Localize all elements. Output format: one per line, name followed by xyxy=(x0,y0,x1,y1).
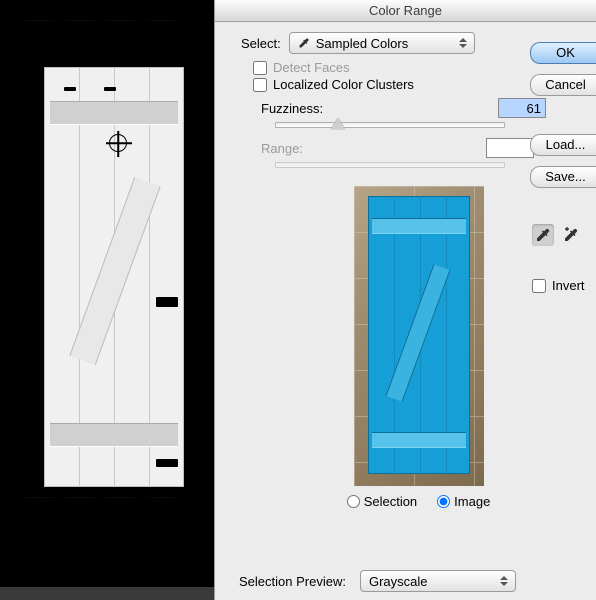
selection-preview-value: Grayscale xyxy=(369,574,428,589)
range-input xyxy=(486,138,534,158)
canvas-bottom-strip xyxy=(0,587,214,600)
cancel-button[interactable]: Cancel xyxy=(530,74,596,96)
dialog-title: Color Range xyxy=(215,0,596,22)
sample-point-crosshair-icon xyxy=(109,134,127,152)
eyedropper-icon xyxy=(535,227,551,243)
range-slider xyxy=(275,162,505,168)
range-label: Range: xyxy=(261,141,303,156)
marching-ants-selection xyxy=(15,20,185,498)
eyedropper-icon xyxy=(298,37,310,49)
select-label: Select: xyxy=(241,36,281,51)
load-button[interactable]: Load... xyxy=(530,134,596,156)
fuzziness-slider[interactable] xyxy=(275,122,505,128)
preview-mode-radios: Selection Image xyxy=(241,494,596,509)
document-canvas[interactable] xyxy=(0,0,214,600)
localized-clusters-label: Localized Color Clusters xyxy=(273,77,414,92)
selection-preview-label: Selection Preview: xyxy=(239,574,346,589)
eyedropper-tool[interactable] xyxy=(532,224,554,246)
updown-arrows-icon xyxy=(456,35,470,51)
radio-selection-label: Selection xyxy=(364,494,417,509)
radio-image-input[interactable] xyxy=(437,495,450,508)
dialog-actions: OK Cancel Load... Save... Invert xyxy=(530,42,596,293)
preview-shutter xyxy=(368,196,470,474)
invert-label: Invert xyxy=(552,278,585,293)
select-mode-value: Sampled Colors xyxy=(316,36,409,51)
selection-preview-popup[interactable]: Grayscale xyxy=(360,570,516,592)
select-mode-popup[interactable]: Sampled Colors xyxy=(289,32,475,54)
preview-thumbnail[interactable] xyxy=(354,186,484,486)
radio-image-label: Image xyxy=(454,494,490,509)
ok-button[interactable]: OK xyxy=(530,42,596,64)
radio-selection-input[interactable] xyxy=(347,495,360,508)
detect-faces-label: Detect Faces xyxy=(273,60,350,75)
invert-checkbox[interactable] xyxy=(532,279,546,293)
save-button[interactable]: Save... xyxy=(530,166,596,188)
eyedropper-add-tool[interactable] xyxy=(560,224,582,246)
fuzziness-label: Fuzziness: xyxy=(261,101,323,116)
localized-clusters-checkbox[interactable] xyxy=(253,78,267,92)
eyedropper-plus-icon xyxy=(563,227,579,243)
radio-image[interactable]: Image xyxy=(437,494,490,509)
updown-arrows-icon xyxy=(497,573,511,589)
detect-faces-checkbox[interactable] xyxy=(253,61,267,75)
eyedropper-tools xyxy=(530,224,596,246)
app-root: Color Range Select: Sampled Colors Detec… xyxy=(0,0,596,600)
fuzziness-slider-thumb[interactable] xyxy=(331,118,345,129)
color-range-dialog: Color Range Select: Sampled Colors Detec… xyxy=(214,0,596,600)
radio-selection[interactable]: Selection xyxy=(347,494,417,509)
grayscale-preview-shutter xyxy=(44,67,184,487)
